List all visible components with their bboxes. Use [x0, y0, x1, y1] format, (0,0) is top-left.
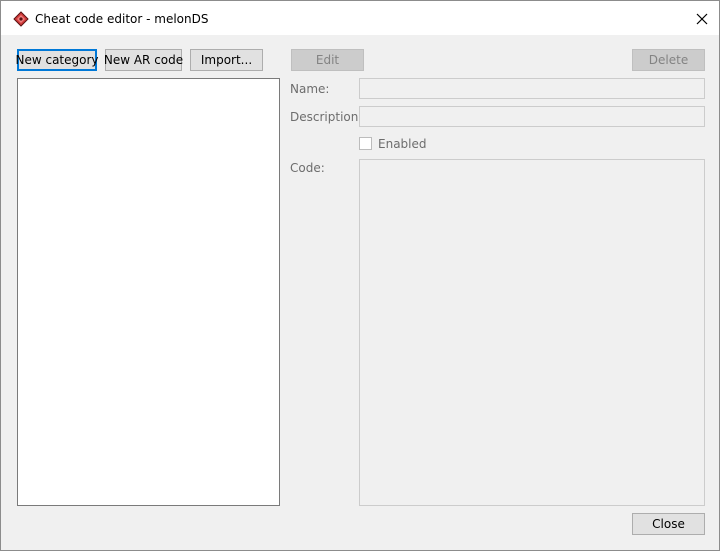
name-label: Name:	[290, 82, 330, 96]
new-category-button[interactable]: New category	[15, 49, 99, 71]
delete-button[interactable]: Delete	[632, 49, 705, 71]
edit-button[interactable]: Edit	[291, 49, 364, 71]
close-button[interactable]: Close	[632, 513, 705, 535]
cheat-list[interactable]	[17, 78, 280, 506]
enabled-label: Enabled	[378, 137, 427, 151]
enabled-checkbox[interactable]	[359, 137, 372, 150]
title-bar[interactable]: Cheat code editor - melonDS	[1, 1, 719, 35]
window-close-icon[interactable]	[685, 4, 719, 33]
name-field[interactable]	[359, 78, 705, 99]
description-label: Description:	[290, 110, 363, 124]
code-textarea[interactable]	[359, 159, 705, 506]
melonds-app-icon	[13, 11, 29, 27]
window-title: Cheat code editor - melonDS	[35, 12, 209, 26]
description-field[interactable]	[359, 106, 705, 127]
import-button[interactable]: Import...	[190, 49, 263, 71]
new-ar-code-button[interactable]: New AR code	[104, 49, 183, 71]
code-label: Code:	[290, 161, 325, 175]
cheat-code-editor-window: Cheat code editor - melonDS New category…	[0, 0, 720, 551]
